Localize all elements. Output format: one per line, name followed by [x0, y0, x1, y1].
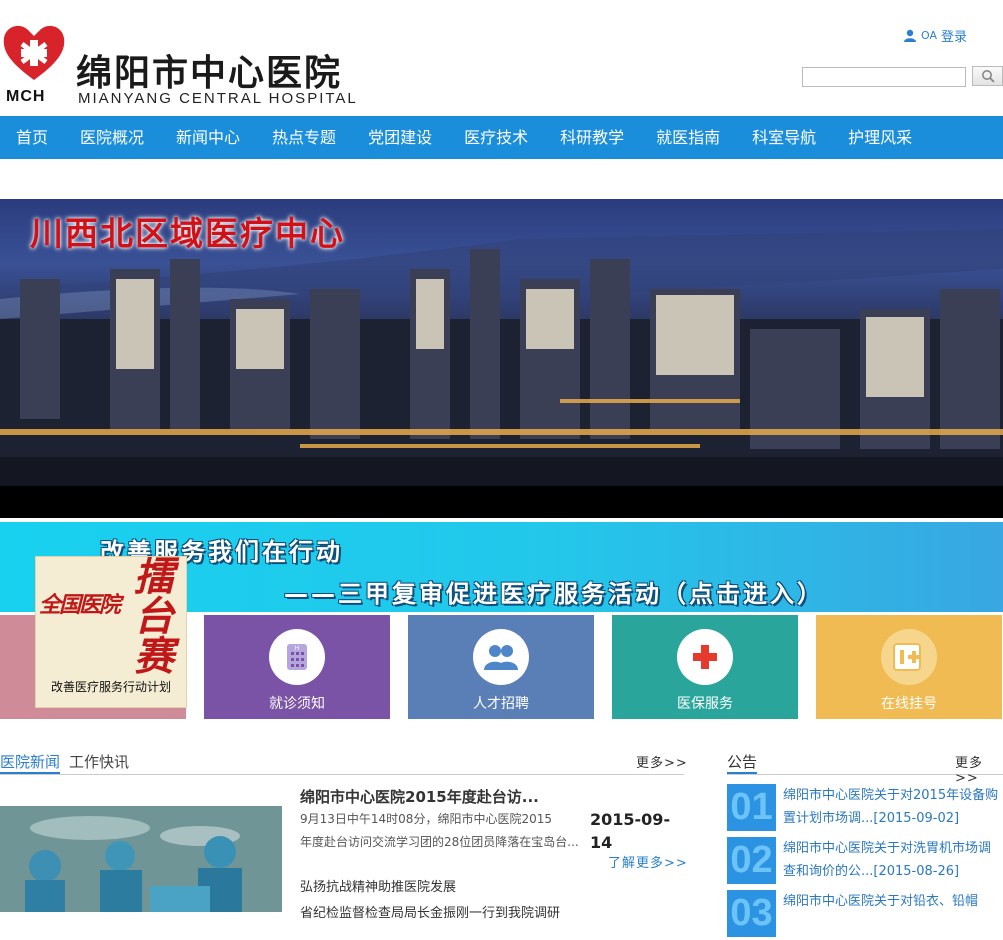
people-icon [473, 629, 529, 685]
notice-number: 03 [727, 890, 776, 937]
notice-text[interactable]: 绵阳市中心医院关于对铅衣、铅帽 [783, 890, 1003, 913]
notice-title[interactable]: 公告 [727, 752, 758, 774]
nav-item-party[interactable]: 党团建设 [368, 116, 432, 159]
surgery-photo-image [0, 806, 282, 912]
tab-hospital-news[interactable]: 医院新闻 [0, 752, 61, 774]
login-label: 登录 [941, 30, 968, 45]
nav-item-topics[interactable]: 热点专题 [272, 116, 336, 159]
news-more-link[interactable]: 更多>> [636, 752, 688, 771]
ad-caption: 改善医疗服务行动计划 [50, 680, 171, 694]
ad-left-text: 全国医院 [39, 592, 121, 618]
notice-text[interactable]: 绵阳市中心医院关于对2015年设备购置计划市场调...[2015-09-02] [783, 784, 1003, 830]
news-headline[interactable]: 绵阳市中心医院2015年度赴台访... [300, 786, 539, 807]
search-input[interactable] [802, 67, 966, 87]
hospital-name-en: MIANYANG CENTRAL HOSPITAL [78, 90, 358, 107]
tab-work-bulletin[interactable]: 工作快讯 [69, 752, 129, 772]
nav-item-news[interactable]: 新闻中心 [176, 116, 240, 159]
notice-item[interactable]: 01 绵阳市中心医院关于对2015年设备购置计划市场调...[2015-09-0… [727, 784, 1003, 834]
tile-visit-notice[interactable]: H 就诊须知 [204, 615, 390, 719]
tile-label: 就诊须知 [269, 696, 325, 712]
banner-bottom-strip [0, 486, 1003, 518]
search-button[interactable] [972, 66, 1003, 86]
notice-text[interactable]: 绵阳市中心医院关于对洗胃机市场调查和询价的公...[2015-08-26] [783, 837, 1003, 883]
register-card-icon [881, 629, 937, 685]
news-photo[interactable] [0, 806, 282, 912]
floating-ad[interactable]: 全国医院 擂台赛 改善医疗服务行动计划 [35, 556, 187, 708]
tile-label: 在线挂号 [881, 696, 937, 712]
nav-item-guide[interactable]: 就医指南 [656, 116, 720, 159]
nav-item-medical-tech[interactable]: 医疗技术 [464, 116, 528, 159]
svg-text:H: H [295, 646, 299, 652]
nav-item-nursing[interactable]: 护理风采 [848, 116, 912, 159]
tile-online-register[interactable]: 在线挂号 [816, 615, 1002, 719]
tile-label: 医保服务 [677, 696, 733, 712]
notice-number: 01 [727, 784, 776, 831]
hospital-logo-icon[interactable] [2, 22, 66, 84]
nav-item-departments[interactable]: 科室导航 [752, 116, 816, 159]
notice-number: 02 [727, 837, 776, 884]
tile-insurance[interactable]: 医保服务 [612, 615, 798, 719]
oa-label: OA [921, 29, 937, 42]
notice-item[interactable]: 03 绵阳市中心医院关于对铅衣、铅帽 [727, 890, 1003, 940]
search-icon [981, 70, 995, 83]
banner-title: 川西北区域医疗中心 [30, 214, 345, 253]
oa-login-link[interactable]: OA 登录 [903, 26, 967, 45]
main-nav: 首页 医院概况 新闻中心 热点专题 党团建设 医疗技术 科研教学 就医指南 科室… [0, 116, 1003, 159]
nav-item-home[interactable]: 首页 [16, 116, 48, 159]
medical-cross-icon [677, 629, 733, 685]
tile-recruitment[interactable]: 人才招聘 [408, 615, 594, 719]
news-list-item[interactable]: 弘扬抗战精神助推医院发展 [300, 876, 456, 895]
read-more-link[interactable]: 了解更多>> [608, 852, 688, 871]
news-date: 2015-09-14 [590, 810, 671, 852]
ad-right-text: 擂台赛 [134, 556, 174, 680]
site-header: MCH 绵阳市中心医院 MIANYANG CENTRAL HOSPITAL OA… [0, 0, 1003, 116]
hospital-name-cn[interactable]: 绵阳市中心医院 [76, 44, 342, 96]
news-summary: 9月13日中午14时08分，绵阳市中心医院2015 2015-09-14 年度赴… [300, 808, 684, 854]
tile-label: 人才招聘 [473, 696, 529, 712]
user-icon [904, 29, 916, 42]
promo-line2: ——三甲复审促进医疗服务活动（点击进入） [284, 580, 824, 608]
notice-item[interactable]: 02 绵阳市中心医院关于对洗胃机市场调查和询价的公...[2015-08-26] [727, 837, 1003, 887]
nav-item-research[interactable]: 科研教学 [560, 116, 624, 159]
hospital-building-icon: H [269, 629, 325, 685]
news-tabs: 医院新闻 工作快讯 [0, 752, 684, 775]
hero-banner[interactable]: 川西北区域医疗中心 [0, 199, 1003, 486]
nav-item-about[interactable]: 医院概况 [80, 116, 144, 159]
notice-more-link[interactable]: 更多>> [955, 752, 1003, 786]
logo-abbreviation: MCH [6, 88, 46, 105]
